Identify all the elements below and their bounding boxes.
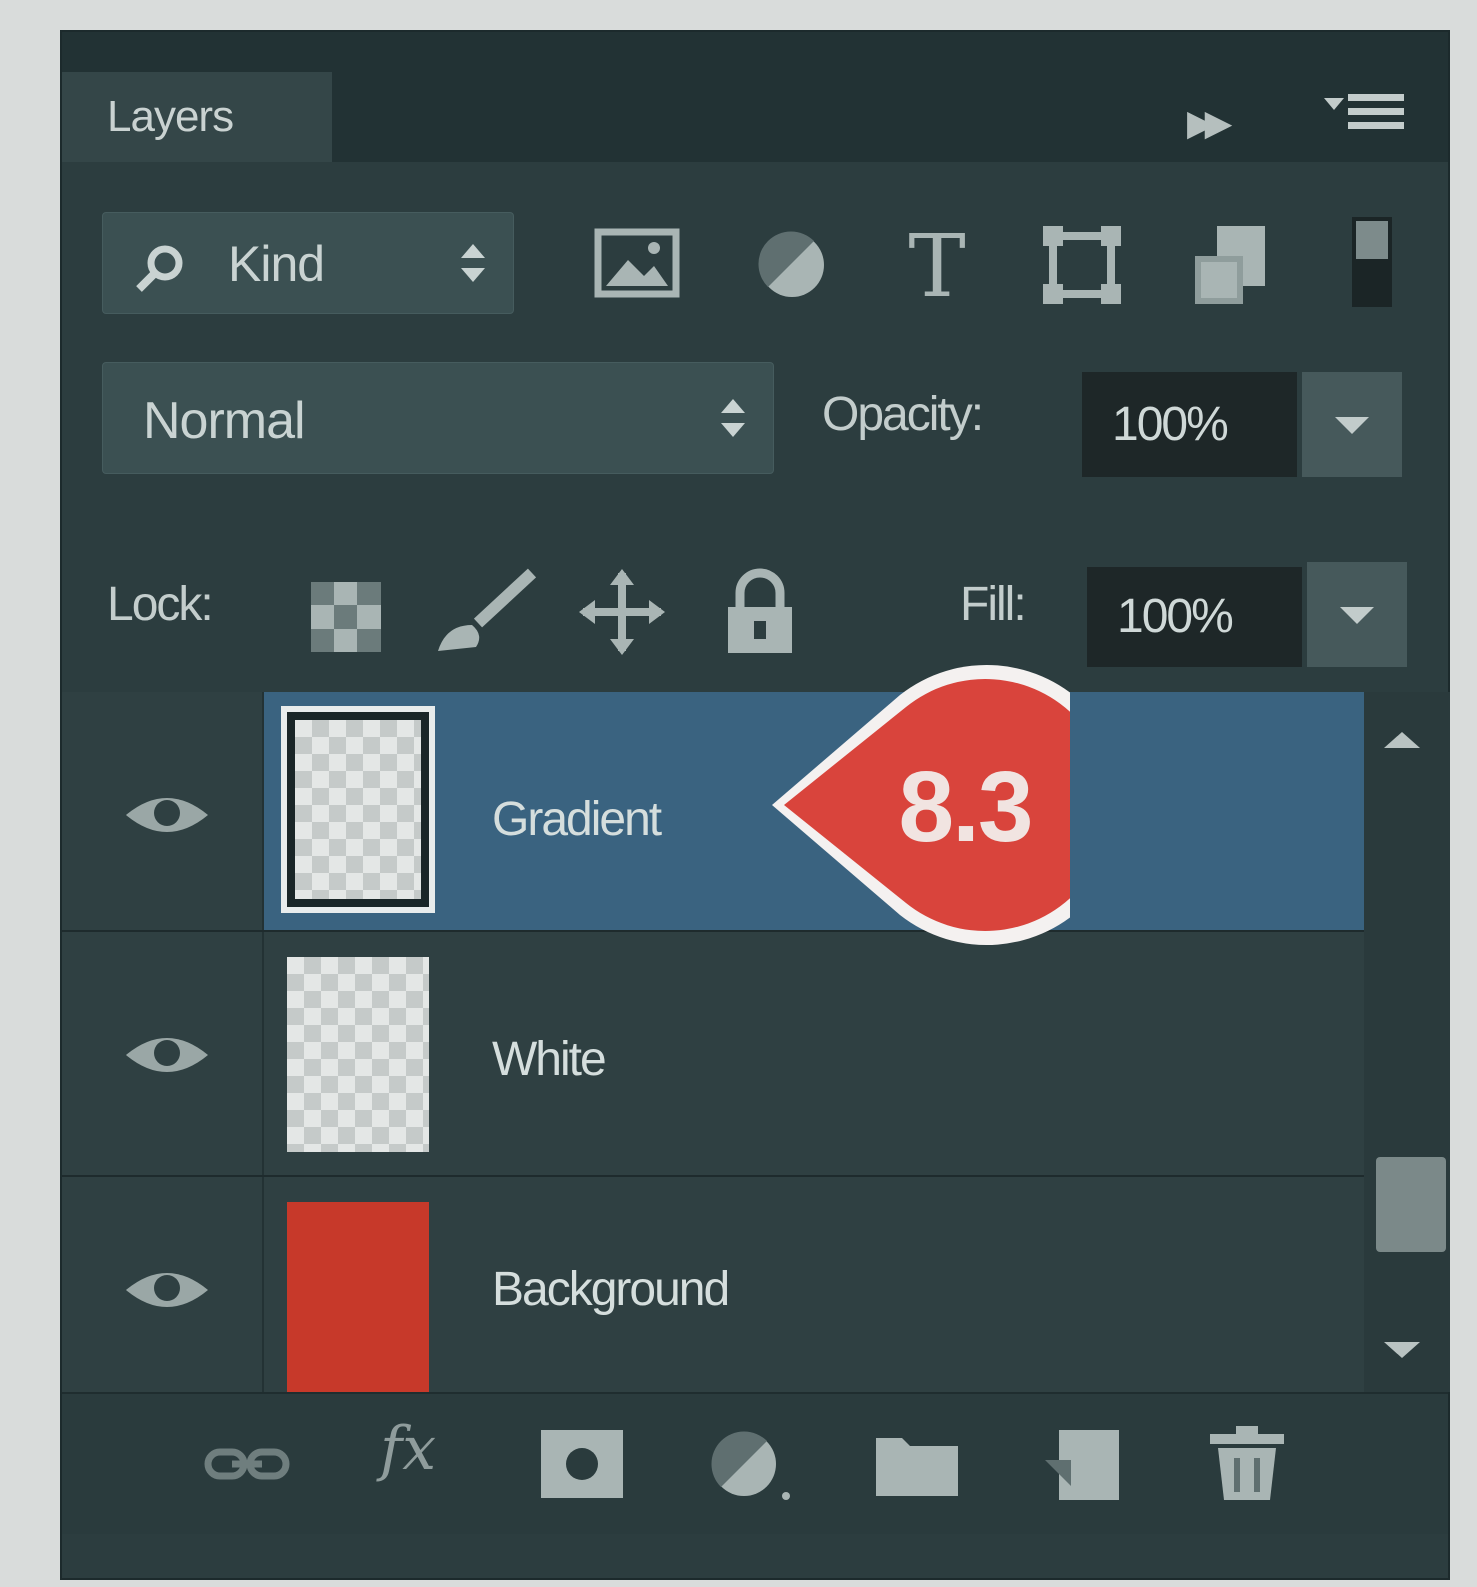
search-icon xyxy=(136,245,183,292)
smart-object-filter-icon[interactable] xyxy=(1187,220,1277,310)
layers-bottom-toolbar: fx xyxy=(62,1392,1448,1534)
layer-name[interactable]: White xyxy=(492,1032,607,1087)
folder-icon[interactable] xyxy=(872,1424,962,1504)
layer-row-background[interactable]: Background xyxy=(62,1177,1364,1397)
adjustment-icon[interactable] xyxy=(702,1424,792,1504)
filter-row: Kind T xyxy=(62,162,1448,354)
svg-text:T: T xyxy=(908,220,965,310)
blend-row: Normal Opacity: 100% xyxy=(62,352,1448,512)
lock-label: Lock: xyxy=(107,578,214,631)
panel-menu-icon[interactable] xyxy=(1324,84,1404,144)
blend-mode-select[interactable]: Normal xyxy=(102,362,774,474)
fill-input[interactable]: 100% xyxy=(1087,567,1302,667)
layer-thumbnail xyxy=(287,957,429,1152)
lock-position-icon[interactable] xyxy=(577,567,667,657)
opacity-dropdown-button[interactable] xyxy=(1302,372,1402,477)
layers-scrollbar[interactable] xyxy=(1364,692,1450,1392)
fill-dropdown-button[interactable] xyxy=(1307,562,1407,667)
filter-toggle-switch[interactable] xyxy=(1352,217,1392,307)
updown-icon xyxy=(461,244,485,282)
filter-kind-select[interactable]: Kind xyxy=(102,212,514,314)
eye-icon[interactable] xyxy=(122,1262,212,1317)
lock-transparent-icon[interactable] xyxy=(307,572,387,662)
eye-icon[interactable] xyxy=(122,1027,212,1082)
type-filter-icon[interactable]: T xyxy=(892,220,982,310)
scroll-thumb[interactable] xyxy=(1376,1157,1446,1252)
tab-layers[interactable]: Layers xyxy=(62,72,332,162)
layer-thumbnail xyxy=(287,1202,429,1397)
visibility-cell[interactable] xyxy=(62,1177,264,1392)
visibility-cell[interactable] xyxy=(62,692,264,930)
blend-mode-label: Normal xyxy=(143,392,306,450)
new-layer-icon[interactable] xyxy=(1037,1424,1127,1504)
adjustment-filter-icon[interactable] xyxy=(747,220,837,310)
panel-titlebar: Layers ▶▶ xyxy=(62,32,1448,162)
lock-all-icon[interactable] xyxy=(720,567,800,657)
layer-name[interactable]: Gradient xyxy=(492,792,662,847)
eye-icon[interactable] xyxy=(122,787,212,842)
scroll-down-arrow[interactable] xyxy=(1384,1342,1420,1358)
opacity-label: Opacity: xyxy=(822,388,984,441)
updown-icon xyxy=(721,399,745,437)
trash-icon[interactable] xyxy=(1202,1424,1292,1504)
layer-thumbnail xyxy=(281,706,435,913)
scroll-up-arrow[interactable] xyxy=(1384,732,1420,748)
fx-icon[interactable]: fx xyxy=(380,1414,436,1484)
filter-kind-label: Kind xyxy=(228,236,325,292)
lock-image-icon[interactable] xyxy=(432,567,542,657)
mask-icon[interactable] xyxy=(537,1424,627,1504)
layer-name[interactable]: Background xyxy=(492,1262,730,1317)
layer-row-white[interactable]: White xyxy=(62,932,1364,1177)
step-badge-label: 8.3 xyxy=(898,751,1033,863)
collapse-panel-icon[interactable]: ▶▶ xyxy=(1187,102,1232,144)
link-icon[interactable] xyxy=(202,1424,292,1504)
fill-label: Fill: xyxy=(960,578,1027,631)
visibility-cell[interactable] xyxy=(62,932,264,1175)
shape-filter-icon[interactable] xyxy=(1037,220,1127,310)
opacity-input[interactable]: 100% xyxy=(1082,372,1297,477)
image-filter-icon[interactable] xyxy=(592,220,682,310)
